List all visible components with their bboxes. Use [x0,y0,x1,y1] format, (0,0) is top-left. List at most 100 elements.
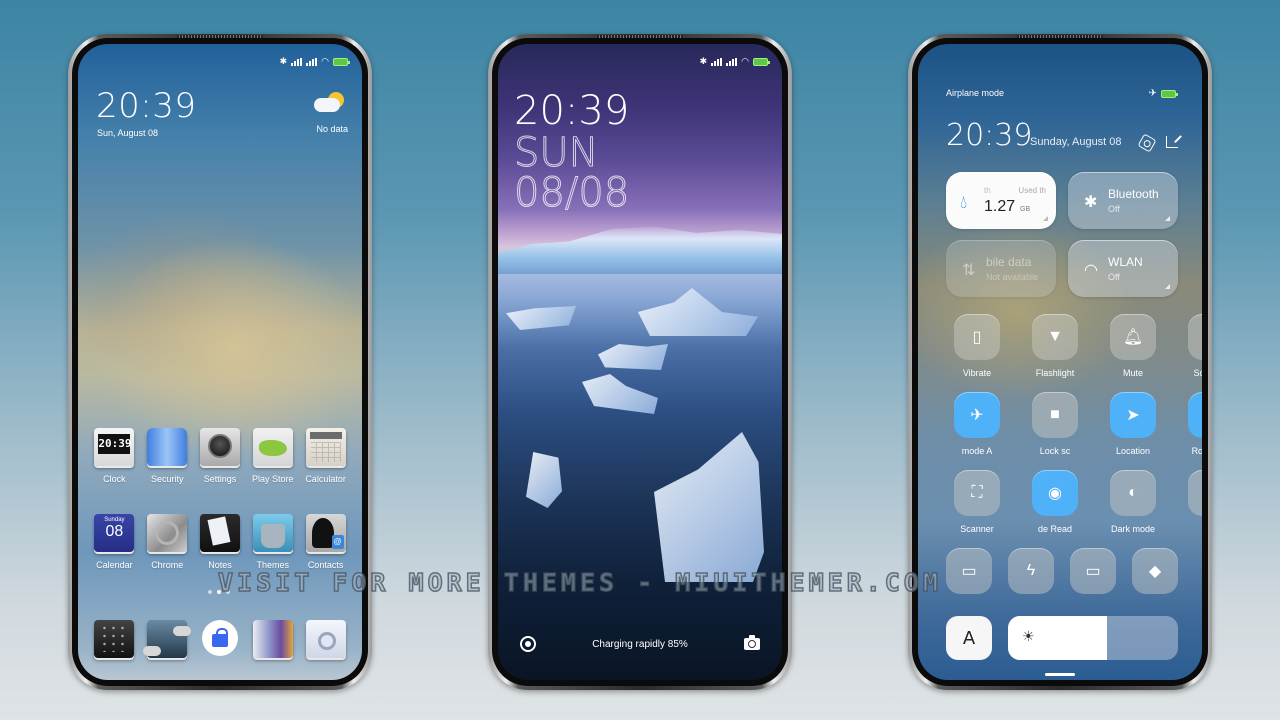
wlan-tile[interactable]: ◠ WLAN Off [1068,240,1178,297]
font-size-button[interactable]: A [946,616,992,660]
bell-icon: 🔔︎ [1110,314,1156,360]
toggle-label: Dark mode [1110,524,1155,534]
chrome-icon [147,514,188,552]
wallpaper-ice [598,344,668,370]
toggle-label: Location [1115,446,1151,456]
toggle-moon[interactable]: ☾ DND [1180,470,1202,534]
lock-time: 20:39 [514,88,630,134]
dark-mode-icon: ◐ [1110,470,1156,516]
wallpaper-ice [506,306,576,330]
weather-label: No data [316,124,348,134]
tile-title: bile data [986,255,1032,269]
airplane-icon: ✈ [954,392,1000,438]
toggle-lock[interactable]: ■ Lock sc [1024,392,1086,456]
mobile-data-tile[interactable]: ⇅ bile data Not available [946,240,1056,297]
app-chrome[interactable]: Chrome [141,514,194,570]
app-label: Calculator [305,474,346,484]
bluetooth-icon: ✱ [279,56,288,66]
moon-icon: ☾ [1188,470,1202,516]
app-grid-row: 20:39 Clock Security Settings Play Store [88,428,352,484]
dock-camera[interactable] [299,620,352,658]
app-themes[interactable]: Themes [246,514,299,570]
earpiece-speaker [1017,35,1103,38]
toggle-location-arrow[interactable]: ➤ Location [1102,392,1164,456]
toggle-label: Vibrate [962,368,992,378]
toggle-flashlight[interactable]: ▼ Flashlight [1024,314,1086,378]
page-dot[interactable] [208,590,212,594]
home-clock-widget[interactable]: 20:39 [96,86,196,126]
expand-corner-icon [1043,216,1048,221]
camera-icon[interactable] [744,635,760,650]
toggle-rotate-lock[interactable]: ⟳ Rotate off [1180,392,1202,456]
phone-control-center: Airplane mode ✈ 20:39 Sunday, August 08 … [908,34,1212,690]
toggle-airplane[interactable]: ✈ mode A [946,392,1008,456]
dock [88,620,352,658]
toggle-dark-mode[interactable]: ◐ Dark mode [1102,470,1164,534]
app-play-store[interactable]: Play Store [246,428,299,484]
toggle-screen-cast[interactable]: ▭ [1070,548,1116,594]
battery-icon [1161,89,1178,98]
app-calendar[interactable]: Sunday 08 Calendar [88,514,141,570]
home-indicator[interactable] [1045,673,1075,676]
app-clock[interactable]: 20:39 Clock [88,428,141,484]
data-usage-tile[interactable]: 💧︎ th Used th 1.27 GB [946,172,1056,229]
status-bar: ✱ ◠ [700,56,770,67]
toggle-lightning[interactable]: ϟ [1008,548,1054,594]
toggle-bell[interactable]: 🔔︎ Mute [1102,314,1164,378]
dock-gallery[interactable] [246,620,299,658]
settings-icon[interactable] [1137,133,1157,153]
phone-icon [94,620,135,658]
camera-icon [305,620,346,658]
quick-settings-row: ▯ Vibrate ▼ Flashlight 🔔︎ Mute ✂ Screensl [946,314,1202,378]
edit-icon[interactable] [1166,136,1178,148]
cc-date: Sunday, August 08 [1030,136,1122,148]
screen-cast-icon: ▭ [1070,548,1116,594]
tile-status: Not available [986,272,1039,282]
watermark-text: VISIT FOR MORE THEMES - MIUITHEMER.COM [217,567,942,598]
toggle-screenshot-scissors[interactable]: ✂ Screensl [1180,314,1202,378]
brightness-slider[interactable]: ☀ [1008,616,1178,660]
dock-phone[interactable] [88,620,141,658]
toggle-label: de Read [1037,524,1073,534]
tile-status: Off [1108,204,1120,214]
tile-status: Off [1108,272,1120,282]
calendar-icon: Sunday 08 [94,514,135,552]
notes-icon [199,514,240,552]
app-contacts[interactable]: @ Contacts [299,514,352,570]
app-settings[interactable]: Settings [194,428,247,484]
bluetooth-tile[interactable]: ✱ Bluetooth Off [1068,172,1178,229]
status-bar: ✱ ◠ [279,56,350,67]
airplane-icon: ✈ [1148,88,1157,99]
mobile-data-arrows-icon: ⇅ [962,262,976,279]
app-grid-row: Sunday 08 Calendar Chrome Notes Themes @… [88,514,352,570]
themes-icon [252,514,293,552]
messages-icon [143,620,192,658]
toggle-label: Mute [1122,368,1143,378]
toggle-vibrate[interactable]: ▯ Vibrate [946,314,1008,378]
wallpaper-ice [582,374,658,414]
app-calculator[interactable]: Calculator [299,428,352,484]
wallpaper-ice [654,432,764,582]
expand-corner-icon [1165,284,1170,289]
dock-messages[interactable] [141,620,194,658]
toggle-scanner[interactable]: ⛶ Scanner [946,470,1008,534]
app-label: Clock [103,474,126,484]
app-notes[interactable]: Notes [194,514,247,570]
code-diamond-icon: ◆ [1132,548,1178,594]
flashlight-icon: ▼ [1032,314,1078,360]
app-label: Calendar [96,560,133,570]
app-security[interactable]: Security [141,428,194,484]
toggle-label: Flashlight [1035,368,1075,378]
lock-date: 08/08 [513,170,630,216]
control-center: Airplane mode ✈ 20:39 Sunday, August 08 … [918,44,1202,680]
data-amount: 1.27 [984,198,1016,215]
toggle-eye[interactable]: ◉ de Read [1024,470,1086,534]
toggle-code-diamond[interactable]: ◆ [1132,548,1178,594]
expand-corner-icon [1165,216,1170,221]
security-shield-icon [147,428,188,466]
toggle-label: Scanner [960,524,994,534]
toggle-battery-saver[interactable]: ▭ [946,548,992,594]
wifi-icon: ◠ [321,56,329,66]
dock-app-store[interactable] [194,620,247,658]
eye-icon: ◉ [1032,470,1078,516]
